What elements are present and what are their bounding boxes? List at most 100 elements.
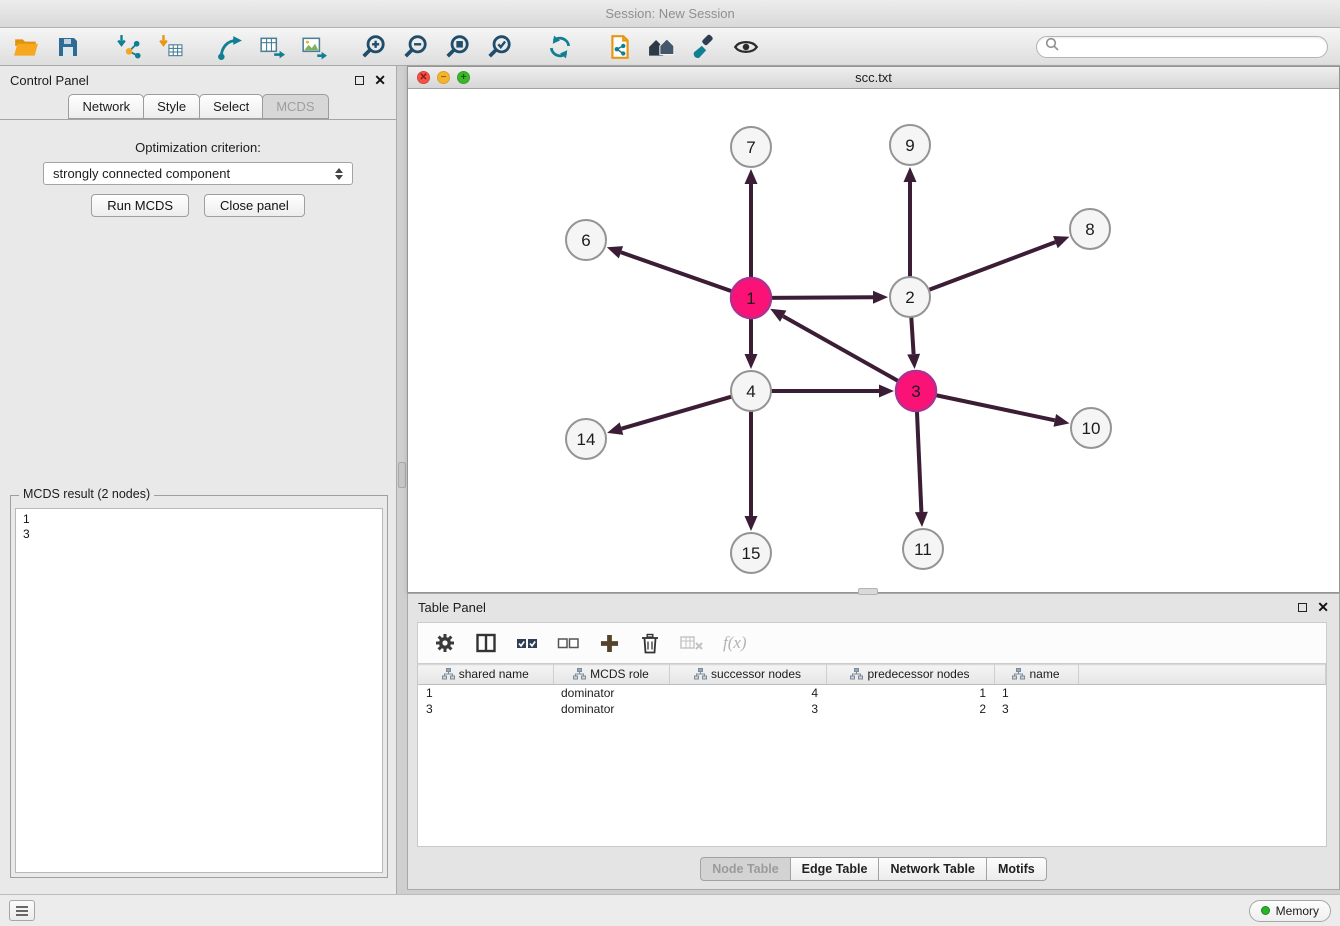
tab-node-table[interactable]: Node Table <box>700 857 790 881</box>
minimize-window-icon[interactable]: − <box>437 71 450 84</box>
graph-edge-2-3[interactable] <box>911 314 914 354</box>
graph-node-2[interactable]: 2 <box>890 277 930 317</box>
graph-edge-4-14[interactable] <box>622 396 735 429</box>
close-panel-icon[interactable]: ✕ <box>374 73 386 87</box>
zoom-fit-icon[interactable] <box>444 33 472 61</box>
column-header-mcds-role[interactable]: MCDS role <box>553 665 669 685</box>
table-cell[interactable]: 3 <box>418 701 553 717</box>
graph-edge-3-1[interactable] <box>783 316 901 383</box>
criterion-dropdown[interactable]: strongly connected component <box>43 162 353 185</box>
status-menu-button[interactable] <box>9 900 35 921</box>
graph-node-3[interactable]: 3 <box>896 371 936 411</box>
network-table-icon[interactable] <box>258 33 286 61</box>
tab-network[interactable]: Network <box>68 94 144 119</box>
tab-network-table[interactable]: Network Table <box>878 857 987 881</box>
close-table-panel-icon[interactable]: ✕ <box>1317 600 1329 614</box>
graph-edge-arrowhead <box>745 354 758 369</box>
horizontal-splitter-handle[interactable] <box>858 588 878 595</box>
delete-column-icon[interactable] <box>639 631 661 655</box>
column-header-name[interactable]: name <box>994 665 1078 685</box>
graph-node-9[interactable]: 9 <box>890 125 930 165</box>
graph-edge-3-10[interactable] <box>933 395 1055 421</box>
zoom-selected-icon[interactable] <box>486 33 514 61</box>
graph-node-6[interactable]: 6 <box>566 220 606 260</box>
deselect-all-columns-icon[interactable] <box>557 631 579 655</box>
graph-node-7[interactable]: 7 <box>731 127 771 167</box>
fx-label: f(x) <box>723 633 747 653</box>
export-image-icon[interactable] <box>300 33 328 61</box>
mcds-buttons: Run MCDS Close panel <box>0 194 396 217</box>
import-network-icon[interactable] <box>114 33 142 61</box>
table-cell[interactable]: dominator <box>553 701 669 717</box>
zoom-out-icon[interactable] <box>402 33 430 61</box>
zoom-in-icon[interactable] <box>360 33 388 61</box>
show-eye-icon[interactable] <box>732 33 760 61</box>
table-cell[interactable]: 2 <box>826 701 994 717</box>
tab-motifs[interactable]: Motifs <box>986 857 1047 881</box>
graph-node-11[interactable]: 11 <box>903 529 943 569</box>
table-cell[interactable]: 1 <box>994 685 1078 701</box>
network-window-titlebar[interactable]: ✕ − + scc.txt <box>408 67 1339 89</box>
add-column-icon[interactable] <box>598 631 620 655</box>
open-session-icon[interactable] <box>12 33 40 61</box>
graph-node-4[interactable]: 4 <box>731 371 771 411</box>
layout-refresh-icon[interactable] <box>546 33 574 61</box>
close-window-icon[interactable]: ✕ <box>417 71 430 84</box>
tab-select[interactable]: Select <box>199 94 263 119</box>
graph-node-14[interactable]: 14 <box>566 419 606 459</box>
tab-mcds[interactable]: MCDS <box>262 94 328 119</box>
table-panel-window-buttons: ✕ <box>1298 600 1329 614</box>
table-row[interactable]: 1dominator411 <box>418 685 1326 701</box>
table-cell[interactable]: 3 <box>994 701 1078 717</box>
import-table-icon[interactable] <box>156 33 184 61</box>
table-panel-title: Table Panel <box>418 600 486 615</box>
mcds-panel: Optimization criterion: strongly connect… <box>0 119 396 894</box>
close-panel-button[interactable]: Close panel <box>204 194 305 217</box>
table-cell[interactable]: 1 <box>826 685 994 701</box>
table-cell[interactable]: 1 <box>418 685 553 701</box>
float-table-panel-icon[interactable] <box>1298 603 1307 612</box>
network-window: ✕ − + scc.txt 7 9 6 8 1 2 4 3 14 10 15 11 <box>407 66 1340 593</box>
table-cell[interactable]: 4 <box>669 685 826 701</box>
column-header-shared-name[interactable]: shared name <box>418 665 553 685</box>
control-panel-tabs: Network Style Select MCDS <box>0 94 396 119</box>
search-input[interactable] <box>1064 39 1319 55</box>
table-cell[interactable]: dominator <box>553 685 669 701</box>
graph-edge-1-2[interactable] <box>768 297 873 298</box>
style-brush-icon[interactable] <box>690 33 718 61</box>
run-mcds-button[interactable]: Run MCDS <box>91 194 189 217</box>
select-all-columns-icon[interactable] <box>516 631 538 655</box>
graph-node-15[interactable]: 15 <box>731 533 771 573</box>
network-window-title: scc.txt <box>855 70 892 85</box>
graph-edge-arrowhead <box>745 516 758 531</box>
paste-network-icon[interactable] <box>606 33 634 61</box>
table-cell[interactable]: 3 <box>669 701 826 717</box>
search-box[interactable] <box>1036 36 1328 58</box>
graph-edge-2-8[interactable] <box>926 242 1056 291</box>
memory-button[interactable]: Memory <box>1249 900 1331 922</box>
settings-gear-icon[interactable] <box>434 631 456 655</box>
float-panel-icon[interactable] <box>355 76 364 85</box>
graph-node-1[interactable]: 1 <box>731 278 771 318</box>
graph-edge-1-6[interactable] <box>621 252 735 292</box>
splitter-handle[interactable] <box>398 462 406 488</box>
column-header-predecessor-nodes[interactable]: predecessor nodes <box>826 665 994 685</box>
graph-node-10[interactable]: 10 <box>1071 408 1111 448</box>
tab-style[interactable]: Style <box>143 94 200 119</box>
split-columns-icon[interactable] <box>475 631 497 655</box>
column-header-successor-nodes[interactable]: successor nodes <box>669 665 826 685</box>
tab-edge-table[interactable]: Edge Table <box>790 857 880 881</box>
graph-node-8[interactable]: 8 <box>1070 209 1110 249</box>
graph-edge-arrowhead <box>1053 236 1069 248</box>
zoom-window-icon[interactable]: + <box>457 71 470 84</box>
home-icon[interactable] <box>648 33 676 61</box>
table-row[interactable]: 3dominator323 <box>418 701 1326 717</box>
network-canvas[interactable]: 7 9 6 8 1 2 4 3 14 10 15 11 <box>408 89 1339 592</box>
control-panel: Control Panel ✕ Network Style Select MCD… <box>0 66 397 894</box>
toolbar-group-import <box>114 33 184 61</box>
network-share-icon[interactable] <box>216 33 244 61</box>
graph-edge-3-11[interactable] <box>917 408 922 512</box>
panel-splitter[interactable] <box>398 66 407 894</box>
save-session-icon[interactable] <box>54 33 82 61</box>
mcds-result-list[interactable]: 1 3 <box>15 508 383 873</box>
